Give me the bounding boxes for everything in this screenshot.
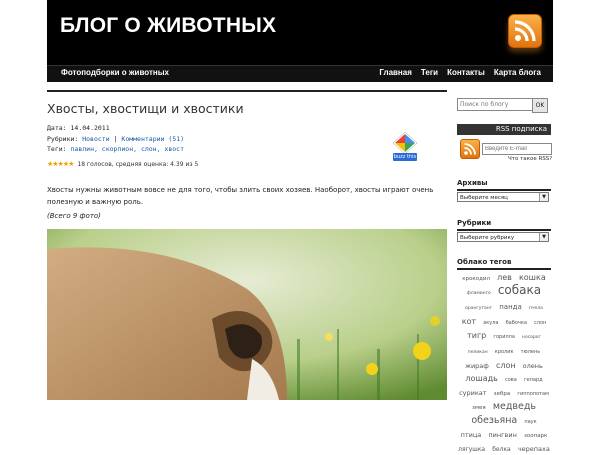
post-date: Дата: 14.04.2011 — [47, 124, 110, 132]
post-photo — [47, 229, 447, 400]
tag-link[interactable]: слон — [534, 320, 546, 326]
tag-link[interactable]: тюлень — [521, 349, 541, 355]
main-nav: Главная Теги Контакты Карта блога — [379, 68, 541, 77]
tag-link[interactable]: зоопарк — [524, 433, 547, 439]
rating-stars[interactable]: ★★★★★ — [47, 160, 74, 168]
tag-link[interactable]: гепард — [524, 377, 543, 383]
tag-link[interactable]: паук — [524, 419, 536, 425]
tag-link[interactable]: сова — [505, 377, 517, 383]
tag-link[interactable]: лошадь — [465, 374, 497, 383]
rating-text: 18 голосов, средняя оценка: 4.39 из 5 — [77, 160, 199, 168]
post-tags-links[interactable]: павлин, скорпион, слон, хвост — [71, 145, 185, 153]
tag-link[interactable]: лев — [497, 273, 512, 282]
chevron-down-icon: ▼ — [539, 193, 548, 201]
tag-link[interactable]: фламинго — [467, 291, 491, 296]
tag-link[interactable]: пчела — [529, 306, 543, 311]
content-divider — [47, 90, 447, 92]
nav-sitemap[interactable]: Карта блога — [494, 68, 541, 77]
archives-title: Архивы — [457, 179, 488, 187]
tag-link[interactable]: слон — [496, 361, 516, 370]
email-field[interactable] — [482, 143, 552, 155]
tag-link[interactable]: змея — [472, 405, 486, 411]
what-is-rss-link[interactable]: Что такое RSS? — [508, 156, 552, 162]
tag-link[interactable]: тигр — [467, 331, 486, 340]
post-body: Хвосты нужны животным вовсе не для того,… — [47, 186, 434, 206]
rss-icon[interactable] — [508, 14, 542, 48]
archives-divider — [457, 189, 551, 191]
navbar: Фотоподборки о животных Главная Теги Кон… — [47, 65, 553, 82]
tag-link[interactable]: собака — [498, 283, 541, 297]
dog-tail-photo — [47, 229, 447, 400]
archives-select[interactable]: Выберите месяц ▼ — [457, 192, 549, 202]
rss-small-icon[interactable] — [460, 139, 480, 159]
photo-count: (Всего 9 фото) — [47, 212, 101, 220]
post-rubrics: Рубрики: Новости | Комментарии (51) — [47, 135, 185, 143]
comments-link[interactable]: Комментарии (51) — [121, 135, 184, 143]
tag-link[interactable]: орангутанг — [465, 306, 492, 311]
tag-link[interactable]: крокодил — [462, 276, 490, 282]
tag-link[interactable]: панда — [499, 303, 522, 311]
tag-link[interactable]: жираф — [465, 362, 489, 370]
tag-link[interactable]: кот — [462, 317, 476, 326]
rss-subscribe-header: RSS подписка — [457, 124, 551, 135]
tag-link[interactable]: обезьяна — [471, 415, 517, 426]
rubrics-divider — [457, 229, 551, 231]
nav-tags[interactable]: Теги — [421, 68, 438, 77]
tag-link[interactable]: медведь — [493, 401, 536, 412]
buzz-label: buzz this — [393, 153, 417, 161]
nav-home[interactable]: Главная — [379, 68, 412, 77]
tag-cloud: крокодил лев кошка фламинго собака оранг… — [457, 270, 551, 455]
search-input[interactable] — [457, 98, 534, 111]
tag-link[interactable]: носорог — [522, 335, 541, 340]
nav-photos-link[interactable]: Фотоподборки о животных — [61, 68, 169, 77]
tag-link[interactable]: горилла — [493, 334, 515, 340]
buzz-icon — [392, 131, 418, 155]
google-buzz-button[interactable]: buzz this — [392, 131, 418, 163]
nav-contacts[interactable]: Контакты — [447, 68, 485, 77]
tag-link[interactable]: пеликан — [468, 350, 488, 355]
tag-link[interactable]: акула — [483, 320, 498, 326]
post-tags: Теги: павлин, скорпион, слон, хвост — [47, 145, 184, 153]
tagcloud-title: Облако тегов — [457, 258, 512, 266]
tag-link[interactable]: кошка — [519, 273, 546, 282]
post-rating: ★★★★★ 18 голосов, средняя оценка: 4.39 и… — [47, 160, 198, 168]
tag-link[interactable]: лягушка — [458, 446, 485, 453]
tag-link[interactable]: олень — [523, 362, 543, 370]
post-title[interactable]: Хвосты, хвостищи и хвостики — [47, 101, 244, 116]
tag-link[interactable]: бабочка — [506, 320, 527, 326]
tag-link[interactable]: птица — [461, 431, 482, 439]
rubrics-select[interactable]: Выберите рубрику ▼ — [457, 232, 549, 242]
chevron-down-icon: ▼ — [539, 233, 548, 241]
tag-link[interactable]: кролик — [495, 349, 514, 355]
site-title[interactable]: БЛОГ О ЖИВОТНЫХ — [60, 14, 276, 38]
tag-link[interactable]: черепаха — [518, 445, 550, 453]
tag-link[interactable]: гиппопотам — [517, 391, 549, 397]
tag-link[interactable]: белка — [492, 446, 511, 453]
tag-link[interactable]: сурикат — [459, 389, 486, 397]
tag-link[interactable]: пингвин — [488, 431, 516, 439]
search-button[interactable]: OK — [532, 98, 548, 113]
site-header: БЛОГ О ЖИВОТНЫХ — [47, 0, 553, 65]
rubric-news-link[interactable]: Новости — [82, 135, 109, 143]
tag-link[interactable]: зебра — [494, 391, 511, 397]
rubrics-title: Рубрики — [457, 219, 492, 227]
